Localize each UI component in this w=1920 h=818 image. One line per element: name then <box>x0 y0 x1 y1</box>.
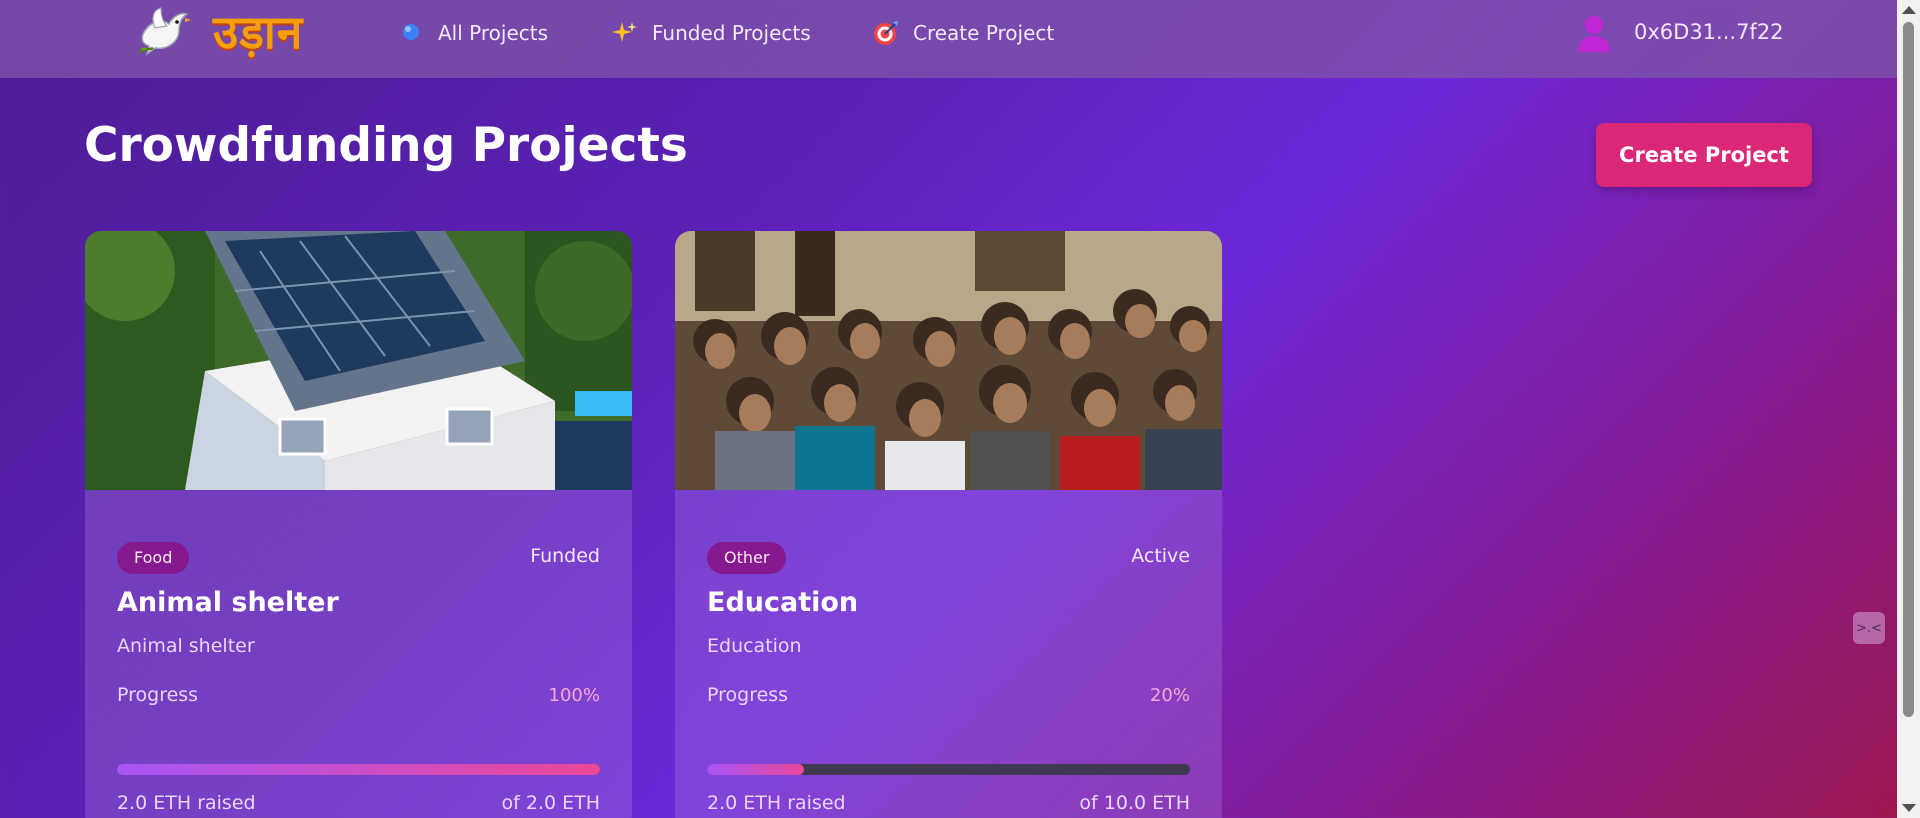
progress-fill <box>707 764 804 775</box>
project-description: Education <box>707 635 802 657</box>
scroll-down-arrow-icon[interactable] <box>1902 804 1916 812</box>
logo-text: उड़ान <box>213 5 304 59</box>
scrollbar-thumb[interactable] <box>1903 22 1914 717</box>
side-widget-button[interactable]: >.< <box>1853 612 1885 644</box>
blue-dot-icon <box>398 20 424 46</box>
amount-raised: 2.0 ETH raised <box>707 792 846 814</box>
progress-fill <box>117 764 600 775</box>
funding-goal: of 2.0 ETH <box>501 792 600 814</box>
logo[interactable]: उड़ान <box>135 4 303 60</box>
user-account[interactable]: 0x6D31...7f22 <box>1574 12 1784 52</box>
create-project-button[interactable]: Create Project <box>1596 123 1812 187</box>
status-label: Active <box>1131 545 1190 567</box>
progress-percent: 100% <box>548 685 600 706</box>
user-avatar-icon <box>1578 16 1610 52</box>
project-card[interactable]: Food Funded Animal shelter Animal shelte… <box>85 231 632 818</box>
progress-label: Progress <box>707 684 789 706</box>
nav-create-project-label: Create Project <box>913 21 1055 45</box>
nav-all-projects-label: All Projects <box>438 21 548 45</box>
target-icon <box>873 20 899 46</box>
progress-percent: 20% <box>1149 685 1190 706</box>
scroll-up-arrow-icon[interactable] <box>1902 6 1916 14</box>
project-image <box>85 231 632 490</box>
funding-goal: of 10.0 ETH <box>1079 792 1190 814</box>
progress-bar <box>707 764 1190 775</box>
nav-funded-projects[interactable]: Funded Projects <box>612 18 811 48</box>
top-navbar: उड़ान All Projects Funded Projects Creat… <box>0 0 1897 78</box>
project-title: Education <box>707 587 859 618</box>
nav-funded-projects-label: Funded Projects <box>652 21 811 45</box>
dove-icon <box>138 7 191 56</box>
nav-all-projects[interactable]: All Projects <box>398 18 548 48</box>
amount-raised: 2.0 ETH raised <box>117 792 256 814</box>
status-label: Funded <box>530 545 600 567</box>
category-badge: Food <box>117 542 190 574</box>
project-card[interactable]: Other Active Education Education Progres… <box>675 231 1222 818</box>
nav-create-project[interactable]: Create Project <box>873 18 1054 48</box>
wallet-address: 0x6D31...7f22 <box>1634 20 1784 44</box>
sparkles-icon <box>612 20 638 46</box>
category-badge: Other <box>707 542 787 574</box>
vertical-scrollbar[interactable] <box>1897 0 1920 818</box>
progress-bar <box>117 764 600 775</box>
project-title: Animal shelter <box>117 587 339 618</box>
widget-face-icon: >.< <box>1856 620 1882 636</box>
project-description: Animal shelter <box>117 635 255 657</box>
page-title: Crowdfunding Projects <box>84 118 688 173</box>
progress-label: Progress <box>117 684 199 706</box>
project-image <box>675 231 1222 490</box>
